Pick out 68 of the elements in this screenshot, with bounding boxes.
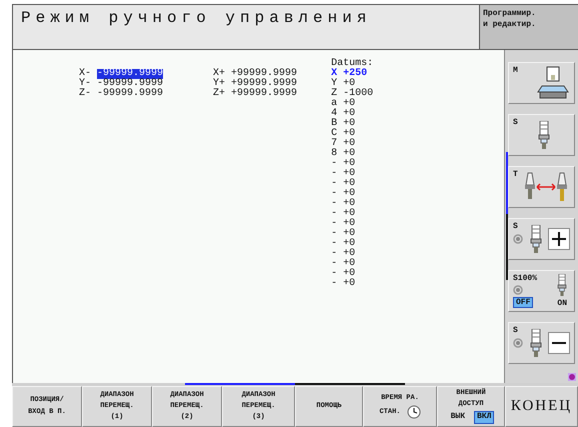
axis-label: X- (79, 69, 92, 79)
datum-value: - +0 (331, 279, 356, 289)
datums-title: Datums: (331, 59, 374, 69)
key-label: S100% (513, 274, 538, 283)
spindle-key[interactable]: S (508, 114, 575, 156)
datum-value: a +0 (331, 99, 356, 109)
tool-change-icon (522, 171, 570, 203)
limit-value[interactable]: -99999.9999 (97, 79, 164, 89)
datum-value: 8 +0 (331, 149, 356, 159)
datum-value: - +0 (331, 219, 356, 229)
datum-value: - +0 (331, 189, 356, 199)
toggle-option: OFF (513, 297, 534, 308)
spindle-icon (530, 329, 542, 357)
axis-label: X+ (213, 69, 226, 79)
limit-value[interactable]: -99999.9999 (97, 89, 164, 99)
datum-value: - +0 (331, 159, 356, 169)
key-label: S (513, 222, 518, 231)
key-label: S (513, 326, 518, 335)
spindle-plus-key[interactable]: S (508, 218, 575, 260)
toggle-option: ВКЛ (474, 411, 494, 424)
datum-value: - +0 (331, 239, 356, 249)
plus-icon (548, 228, 570, 250)
datum-value: - +0 (331, 179, 356, 189)
key-label: S (513, 118, 518, 127)
limit-value: +99999.9999 (231, 69, 298, 79)
mode-text: и редактир. (483, 20, 537, 29)
limit-value: +99999.9999 (231, 89, 298, 99)
axis-label: Y- (79, 79, 92, 89)
spindle-icon (530, 225, 542, 253)
override-key[interactable]: S100% OFF ON (508, 270, 575, 312)
mode-text: Программир. (483, 9, 537, 18)
datum-value: 7 +0 (331, 139, 356, 149)
datum-value: - +0 (331, 249, 356, 259)
spindle-minus-key[interactable]: S (508, 322, 575, 364)
toggle-option: ON (554, 298, 570, 308)
key-label: M (513, 66, 518, 75)
datum-value: - +0 (331, 199, 356, 209)
spindle-icon (538, 121, 550, 149)
ball-icon (568, 373, 576, 381)
datum-value: 4 +0 (331, 109, 356, 119)
minus-icon (548, 332, 570, 354)
machine-icon (536, 66, 570, 100)
key-label: T (513, 170, 518, 179)
datum-value: B +0 (331, 119, 356, 129)
limit-value: +99999.9999 (231, 79, 298, 89)
datum-value: - +0 (331, 229, 356, 239)
datum-value: C +0 (331, 129, 356, 139)
dial-icon (513, 338, 523, 348)
clock-icon (406, 405, 420, 420)
dial-icon (513, 285, 523, 295)
toggle-option: ВЫК (448, 411, 468, 424)
axis-label: Z- (79, 89, 92, 99)
datum-value: - +0 (331, 169, 356, 179)
tool-change-key[interactable]: T (508, 166, 575, 208)
end-key[interactable]: КОНЕЦ (505, 386, 578, 427)
datum-value: Y +0 (331, 79, 356, 89)
window-title: Режим ручного управления (13, 5, 479, 49)
datum-value: - +0 (331, 209, 356, 219)
datum-value: - +0 (331, 259, 356, 269)
spindle-icon (556, 274, 568, 296)
machine-key[interactable]: M (508, 62, 575, 104)
axis-label: Z+ (213, 89, 226, 99)
dial-icon (513, 234, 523, 244)
axis-label: Y+ (213, 79, 226, 89)
datum-value: - +0 (331, 269, 356, 279)
datum-value: Z -1000 (331, 89, 374, 99)
datum-value: X +250 (331, 69, 368, 79)
limit-value[interactable]: -99999.9999 (97, 69, 164, 79)
